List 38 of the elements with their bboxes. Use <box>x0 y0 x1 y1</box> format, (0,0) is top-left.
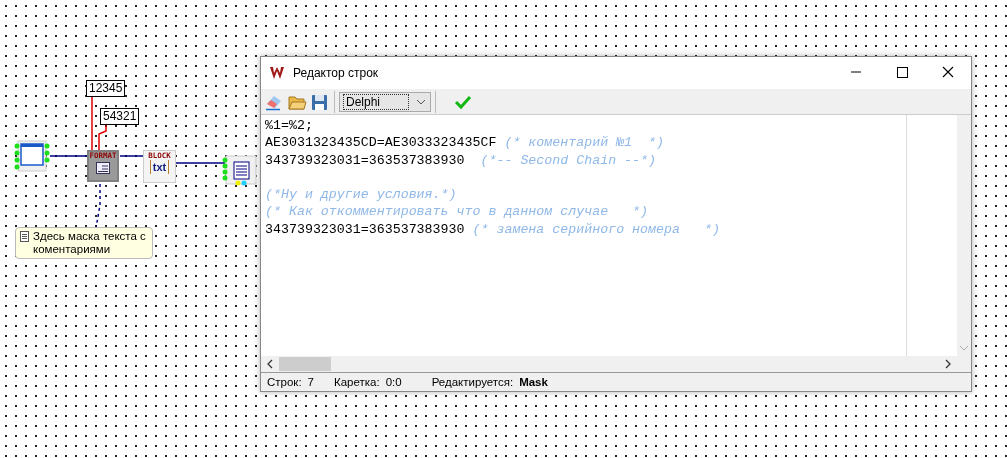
status-label: Строк: <box>267 376 302 388</box>
save-icon[interactable] <box>310 92 330 111</box>
syntax-dropdown[interactable]: Delphi <box>339 91 431 112</box>
note-icon <box>20 231 29 242</box>
note-text: Здесь маска текста с коментариями <box>33 230 147 256</box>
window-node-icon[interactable] <box>14 140 50 172</box>
connector-line <box>49 155 88 157</box>
horizontal-scrollbar[interactable] <box>261 356 971 372</box>
status-label: Редактируется: <box>431 376 514 388</box>
connector-line <box>95 183 101 229</box>
window-title: Редактор строк <box>293 66 379 80</box>
status-label: Каретка: <box>334 376 380 388</box>
code-text: 343739323031=363537383930 <box>265 152 465 168</box>
code-comment: (* замена серийного номера *) <box>472 221 720 237</box>
connector-line <box>119 155 144 157</box>
connector-line <box>98 124 107 151</box>
node-content: txt <box>149 160 170 174</box>
code-comment: (*Ну и другие условия.*) <box>265 187 457 203</box>
checkmark-icon[interactable] <box>454 93 472 110</box>
value-label[interactable]: 54321 <box>100 108 140 125</box>
status-value: Mask <box>519 376 548 388</box>
value-label[interactable]: 12345 <box>86 80 126 97</box>
status-value: 0:0 <box>385 376 402 388</box>
status-value: 7 <box>307 376 314 388</box>
chevron-icon <box>416 98 426 105</box>
code-comment: (* Как откомментировать что в данном случае *) <box>265 204 648 220</box>
code-text: %1=%2; <box>265 118 313 133</box>
document-icon <box>96 162 110 174</box>
code-comment: (*-- Second Chain --*) <box>479 152 657 168</box>
code-text: 343739323031=363537383930 <box>265 221 465 237</box>
comment-note[interactable]: Здесь маска текста с коментариями <box>15 227 153 259</box>
code-comment: (* коментарий №1 *) <box>504 135 664 151</box>
vertical-scrollbar[interactable] <box>957 115 971 356</box>
code-text: AE3031323435CD=AE3033323435CF <box>265 135 497 151</box>
scrollbar-thumb[interactable] <box>279 357 331 371</box>
connector-line <box>91 96 93 151</box>
connector-line <box>175 162 226 164</box>
app-icon <box>269 65 285 81</box>
